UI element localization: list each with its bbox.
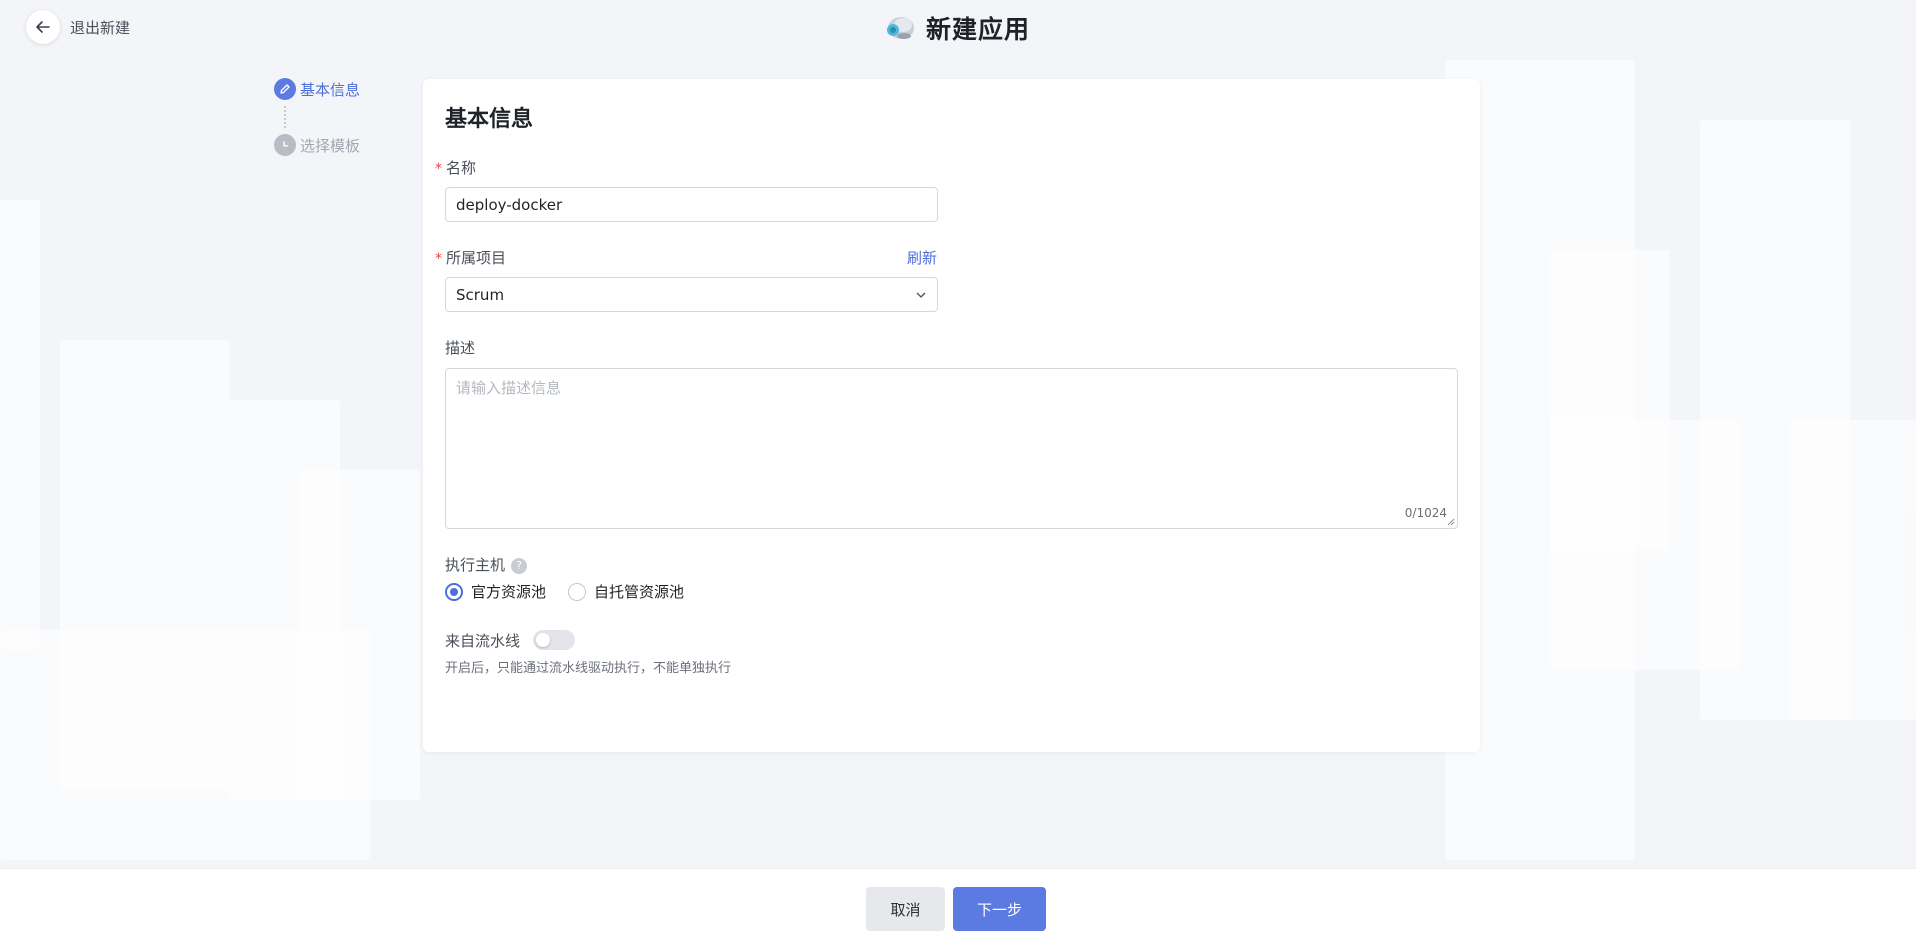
radio-indicator [568, 582, 587, 601]
step-label: 基本信息 [300, 80, 361, 99]
name-label-text: 名称 [446, 159, 477, 177]
chevron-down-icon [916, 292, 926, 298]
resize-handle-icon[interactable] [1447, 518, 1455, 526]
description-label: 描述 [445, 339, 476, 357]
radio-self-hosted-pool[interactable]: 自托管资源池 [568, 581, 684, 602]
next-step-button[interactable]: 下一步 [953, 887, 1046, 931]
description-textarea[interactable]: 请输入描述信息 0/1024 [445, 368, 1458, 529]
step-connector [284, 106, 286, 128]
executor-radio-group: 官方资源池 自托管资源池 [445, 581, 706, 602]
radio-official-pool[interactable]: 官方资源池 [445, 581, 546, 602]
step-pending-indicator [274, 134, 296, 156]
refresh-link[interactable]: 刷新 [907, 247, 937, 268]
pipeline-hint: 开启后，只能通过流水线驱动执行，不能单独执行 [445, 661, 732, 676]
name-input-value: deploy-docker [456, 195, 563, 214]
cancel-button[interactable]: 取消 [866, 887, 945, 931]
page-title-group: 新建应用 [882, 10, 1030, 46]
description-placeholder: 请输入描述信息 [456, 379, 562, 397]
char-counter: 0/1024 [1404, 506, 1447, 520]
form-card: 基本信息 * 名称 deploy-docker * 所属项目 刷新 Scrum 描述… [423, 79, 1480, 752]
radio-label: 自托管资源池 [594, 583, 685, 601]
arrow-left-icon [36, 21, 50, 33]
radio-indicator [445, 582, 463, 601]
project-select-value: Scrum [456, 285, 505, 304]
required-asterisk: * [435, 251, 442, 267]
pencil-icon [280, 84, 290, 94]
project-field-label: * 所属项目 [435, 247, 506, 268]
executor-field-label: 执行主机? [445, 554, 528, 575]
executor-label-text: 执行主机 [445, 556, 506, 574]
step-navigator: 基本信息 选择模板 [274, 78, 360, 156]
app-logo-icon [887, 17, 914, 39]
top-bar: 退出新建 新建应用 [0, 0, 1916, 52]
page-title: 新建应用 [926, 15, 1031, 44]
question-circle-icon[interactable]: ? [511, 557, 528, 574]
section-title: 基本信息 [445, 107, 534, 132]
footer-bar: 取消 下一步 [0, 868, 1916, 942]
pipeline-toggle[interactable] [533, 630, 575, 650]
pipeline-label: 来自流水线 [445, 632, 521, 650]
project-label-text: 所属项目 [446, 249, 507, 267]
radio-label: 官方资源池 [471, 583, 547, 601]
required-asterisk: * [435, 161, 442, 177]
step-label: 选择模板 [300, 136, 361, 155]
exit-create-link[interactable]: 退出新建 [70, 17, 130, 38]
name-input[interactable]: deploy-docker [445, 187, 938, 222]
name-field-label: * 名称 [435, 157, 476, 178]
step-edit-indicator [274, 78, 296, 100]
step-select-template[interactable]: 选择模板 [274, 134, 360, 156]
step-basic-info[interactable]: 基本信息 [274, 78, 360, 100]
toggle-knob [536, 633, 550, 647]
project-select[interactable]: Scrum [445, 277, 938, 312]
clock-icon [283, 141, 289, 147]
back-button[interactable] [26, 10, 60, 44]
